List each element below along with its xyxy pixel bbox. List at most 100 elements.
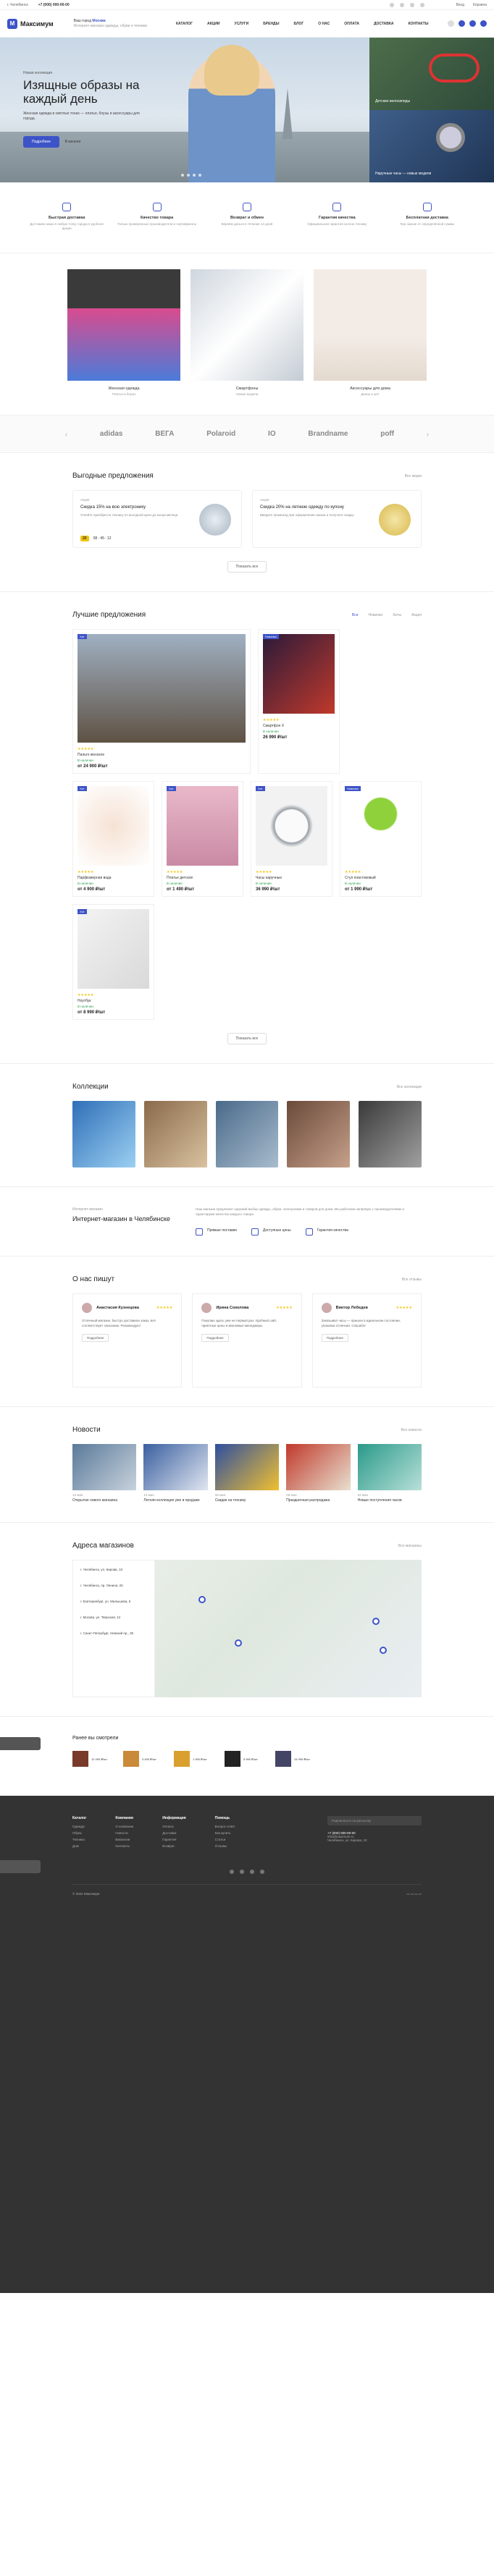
store-map[interactable] — [155, 1560, 422, 1697]
slider-dot[interactable] — [193, 174, 196, 177]
news-item[interactable]: 05 мая Праздничная распродажа — [286, 1444, 351, 1503]
region-city[interactable]: Москва — [92, 19, 105, 23]
favorites-icon[interactable] — [459, 20, 465, 27]
product-card[interactable]: Хит ★★★★★ Парфюмерная вода В наличии от … — [72, 781, 154, 897]
viewed-item[interactable]: 1 990 ₽/шт — [174, 1751, 217, 1767]
footer-link[interactable]: Вакансии — [115, 1838, 133, 1841]
facebook-icon[interactable] — [399, 2, 404, 7]
nav-item[interactable]: Оплата — [344, 22, 359, 26]
section-link[interactable]: Все коллекции — [397, 1085, 422, 1089]
compare-icon[interactable] — [469, 20, 476, 27]
footer-link[interactable]: Обувь — [72, 1831, 86, 1835]
vk-icon[interactable] — [230, 1870, 234, 1874]
nav-item[interactable]: Акции — [207, 22, 220, 26]
category-card[interactable]: Женская одежда Платья и блузы — [67, 269, 180, 396]
viewed-item[interactable]: 24 990 ₽/шт — [275, 1751, 319, 1767]
subscribe-input[interactable]: Подписаться на рассылку — [327, 1816, 422, 1825]
collection-card[interactable] — [287, 1101, 351, 1167]
twitter-icon[interactable] — [409, 2, 414, 7]
footer-link[interactable]: Одежда — [72, 1825, 86, 1828]
side-banner[interactable]: Детские велосипеды — [369, 38, 494, 110]
instagram-icon[interactable] — [419, 2, 424, 7]
map-pin-icon[interactable] — [235, 1639, 242, 1647]
footer-link[interactable]: Отзывы — [215, 1844, 235, 1848]
product-card[interactable]: Хит ★★★★★ Ноутбук В наличии от 8 990 ₽/ш… — [72, 904, 154, 1020]
nav-item[interactable]: Блог — [294, 22, 304, 26]
brand-logo[interactable]: IO — [268, 430, 276, 438]
section-link[interactable]: Все магазины — [398, 1544, 422, 1548]
tab-new[interactable]: Новинки — [369, 613, 383, 617]
viewed-item[interactable]: 12 490 ₽/шт — [72, 1751, 116, 1767]
hero-secondary-button[interactable]: В каталог — [65, 140, 81, 144]
news-item[interactable]: 08 мая Скидки на технику — [214, 1444, 280, 1503]
phone-link[interactable]: +7 (000) 000-00-00 — [38, 3, 70, 7]
viewed-item[interactable]: 5 990 ₽/шт — [225, 1751, 268, 1767]
store-address[interactable]: г. Москва, ул. Тверская, 12 — [80, 1616, 147, 1620]
product-card[interactable]: Новинка ★★★★★ Смартфон X В наличии 26 99… — [258, 629, 340, 774]
vk-icon[interactable] — [389, 2, 394, 7]
section-link[interactable]: Все новости — [401, 1428, 422, 1432]
hero-slider[interactable]: Новая коллекция Изящные образы на каждый… — [0, 38, 369, 182]
footer-link[interactable]: Гарантия — [162, 1838, 185, 1841]
brand-logo[interactable]: Polaroid — [206, 430, 235, 438]
slider-dot[interactable] — [187, 174, 190, 177]
collection-card[interactable] — [143, 1101, 207, 1167]
product-card[interactable]: Хит ★★★★★ Часы наручные В наличии 36 990… — [251, 781, 332, 897]
review-more-button[interactable]: Подробнее — [321, 1334, 348, 1342]
brand-logo[interactable]: poff — [380, 430, 394, 438]
news-item[interactable]: 10 мая Летняя коллекция уже в продаже — [143, 1444, 208, 1503]
footer-link[interactable]: Техника — [72, 1838, 86, 1841]
cart-link[interactable]: Корзина — [473, 3, 487, 7]
viewed-item[interactable]: 3 490 ₽/шт — [123, 1751, 167, 1767]
search-icon[interactable] — [448, 20, 454, 27]
prev-arrow-icon[interactable]: ‹ — [65, 431, 67, 438]
footer-link[interactable]: Как купить — [215, 1831, 235, 1835]
twitter-icon[interactable] — [250, 1870, 254, 1874]
facebook-icon[interactable] — [240, 1870, 244, 1874]
nav-item[interactable]: Бренды — [263, 22, 279, 26]
offer-card[interactable]: Акция Скидка 20% на летнюю одежду по куп… — [252, 490, 422, 548]
footer-link[interactable]: О компании — [115, 1825, 133, 1828]
review-more-button[interactable]: Подробнее — [82, 1334, 109, 1342]
map-pin-icon[interactable] — [198, 1596, 206, 1603]
next-arrow-icon[interactable]: › — [427, 431, 429, 438]
map-pin-icon[interactable] — [380, 1647, 387, 1654]
login-link[interactable]: Вход — [456, 3, 464, 7]
nav-item[interactable]: Доставка — [374, 22, 394, 26]
section-link[interactable]: Все отзывы — [402, 1278, 422, 1282]
nav-item[interactable]: О нас — [318, 22, 330, 26]
footer-link[interactable]: Оплата — [162, 1825, 185, 1828]
store-address[interactable]: г. Санкт-Петербург, Невский пр., 30 — [80, 1631, 147, 1636]
slider-dot[interactable] — [198, 174, 201, 177]
show-all-button[interactable]: Показать все — [227, 1033, 267, 1044]
show-all-button[interactable]: Показать все — [227, 561, 267, 573]
collection-card[interactable] — [72, 1101, 135, 1167]
brand-logo[interactable]: adidas — [100, 430, 123, 438]
logo[interactable]: M Максимум — [7, 18, 54, 29]
tab-sale[interactable]: Акция — [411, 613, 422, 617]
tab-all[interactable]: Все — [352, 613, 359, 617]
instagram-icon[interactable] — [260, 1870, 264, 1874]
store-address[interactable]: г. Челябинск, пр. Ленина, 25 — [80, 1584, 147, 1588]
footer-link[interactable]: Новости — [115, 1831, 133, 1835]
category-card[interactable]: Смартфоны Новые модели — [191, 269, 303, 396]
nav-item[interactable]: Контакты — [409, 22, 429, 26]
footer-link[interactable]: Контакты — [115, 1844, 133, 1848]
store-address[interactable]: г. Екатеринбург, ул. Малышева, 5 — [80, 1600, 147, 1604]
store-address[interactable]: г. Челябинск, ул. Кирова, 10 — [80, 1568, 147, 1572]
collection-card[interactable] — [359, 1101, 422, 1167]
footer-link[interactable]: Дом — [72, 1844, 86, 1848]
section-link[interactable]: Все акции — [405, 474, 422, 478]
product-card[interactable]: Новинка ★★★★★ Стул пластиковый В наличии… — [340, 781, 422, 897]
footer-link[interactable]: Статьи — [215, 1838, 235, 1841]
brand-logo[interactable]: Brandname — [308, 430, 348, 438]
region-selector[interactable]: Ваш город Москва Интернет-магазин одежды… — [74, 19, 147, 29]
product-card[interactable]: Хит ★★★★★ Пальто женское В наличии от 24… — [72, 629, 251, 774]
news-item[interactable]: 02 мая Новые поступления часов — [357, 1444, 422, 1503]
category-card[interactable]: Аксессуары для дома Декор и уют — [314, 269, 427, 396]
slider-dot[interactable] — [181, 174, 184, 177]
nav-item[interactable]: Услуги — [235, 22, 249, 26]
nav-item[interactable]: Каталог — [176, 22, 193, 26]
map-pin-icon[interactable] — [372, 1618, 380, 1625]
side-widget-tab[interactable] — [0, 1737, 41, 1750]
